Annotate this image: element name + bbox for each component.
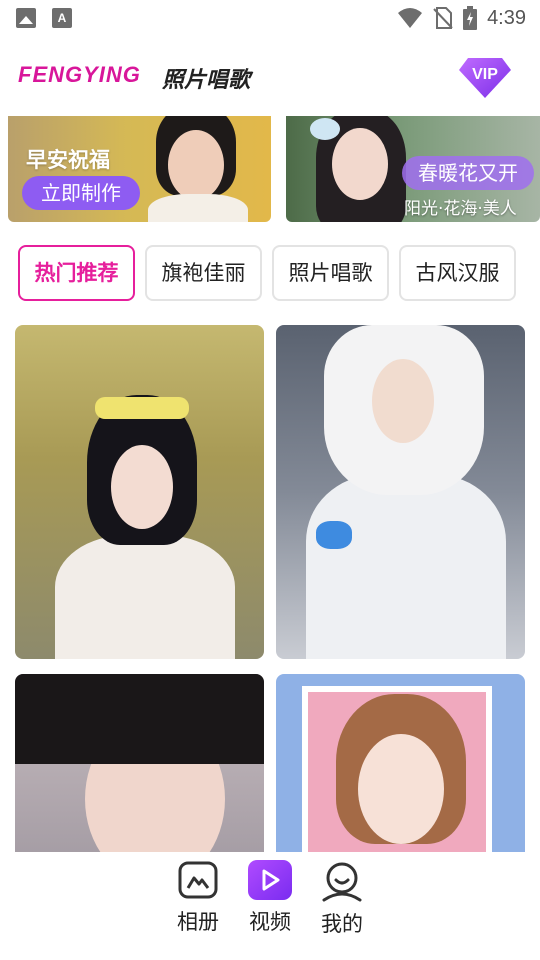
play-icon [248,860,292,900]
card-photo-hair [15,674,264,764]
tab-ancient-hanfu[interactable]: 古风汉服 [399,245,516,301]
card-photo-face [358,734,444,844]
nav-label-video: 视频 [249,910,291,934]
battery-icon [463,6,478,30]
nav-item-mine[interactable]: 我的 [312,860,372,938]
profile-icon [322,862,362,902]
nav-item-video[interactable]: 视频 [240,860,300,936]
tab-qipao-beauty[interactable]: 旗袍佳丽 [145,245,262,301]
app-header: FENGYING 照片唱歌 VIP [0,50,540,106]
page-title: 照片唱歌 [162,68,251,93]
brand-logo: FENGYING [18,62,141,87]
gallery-icon [16,8,36,28]
banner-title: 春暖花又开 [402,156,534,190]
vip-label: VIP [472,66,498,83]
butterfly-icon [316,521,352,549]
banner-spring-flowers[interactable]: 春暖花又开 阳光·花海·美人 [286,116,540,222]
category-tabs: 热门推荐 旗袍佳丽 照片唱歌 古风汉服 [18,245,522,301]
banner-title: 早安祝福 [26,148,110,172]
make-now-button[interactable]: 立即制作 [22,176,140,210]
banner-photo-face [168,130,224,200]
template-card-3[interactable] [15,674,264,874]
no-sim-icon [433,7,453,29]
card-photo-robe [306,475,506,659]
banner-photo-dress [148,194,248,222]
banner-morning-blessing[interactable]: 早安祝福 立即制作 [8,116,271,222]
nav-item-album[interactable]: 相册 [168,860,228,936]
card-photo-flowers [95,397,189,419]
template-card-1[interactable] [15,325,264,659]
template-card-4[interactable] [276,674,525,874]
bottom-nav: 相册 视频 我的 [0,852,540,960]
card-photo-robe [55,535,235,659]
banner-subtitle: 阳光·花海·美人 [404,199,517,219]
status-bar: A 4:39 [0,0,540,36]
card-photo-face [111,445,173,529]
tab-hot-recommend[interactable]: 热门推荐 [18,245,135,301]
template-card-2[interactable] [276,325,525,659]
card-photo-face [372,359,434,443]
wifi-icon [398,8,423,28]
status-time: 4:39 [487,6,526,29]
nav-label-album: 相册 [177,910,219,934]
banner-photo-ornament [310,118,340,140]
vip-diamond-icon[interactable]: VIP [458,54,512,100]
a-letter-icon: A [52,8,72,28]
banner-photo-face [332,128,388,200]
tab-photo-singing[interactable]: 照片唱歌 [272,245,389,301]
album-icon [178,861,218,899]
nav-label-mine: 我的 [321,912,363,936]
